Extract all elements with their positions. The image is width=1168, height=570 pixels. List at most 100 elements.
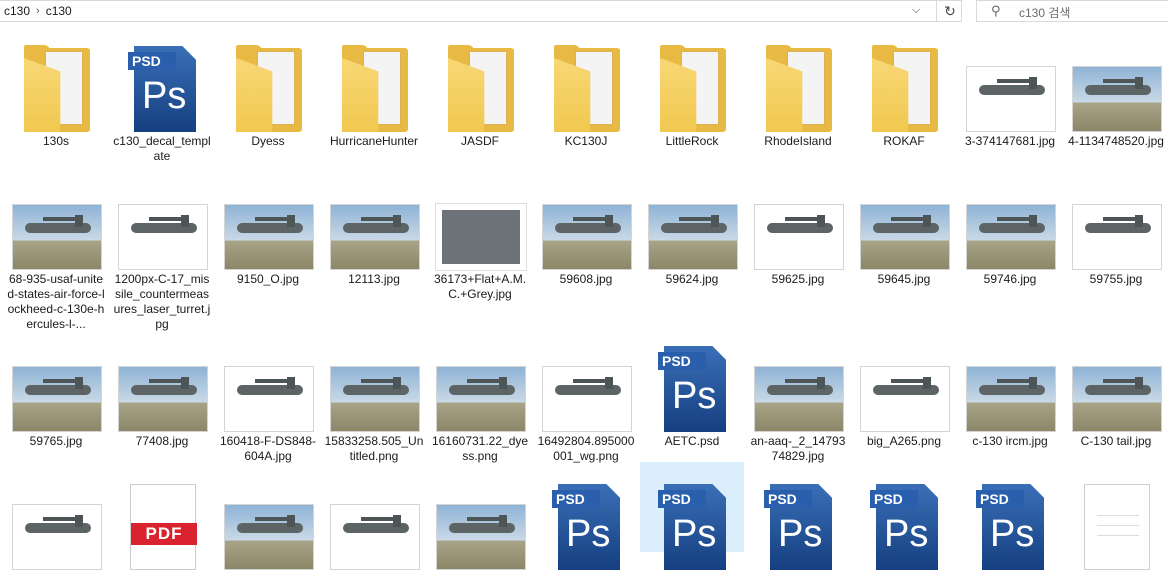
file-item[interactable]: 59765.jpg (4, 324, 108, 460)
file-thumbnail (754, 336, 844, 432)
file-item[interactable] (1064, 462, 1168, 570)
file-name: 16160731.22_dyess.png (431, 434, 529, 463)
file-thumbnail (330, 36, 420, 132)
file-thumbnail (648, 36, 738, 132)
file-item[interactable]: 9150_O.jpg (216, 162, 320, 298)
file-item[interactable]: ROKAF (852, 24, 956, 160)
search-input[interactable]: ⚲ c130 검색 (976, 0, 1168, 22)
refresh-icon[interactable]: ↻ (936, 0, 963, 22)
file-thumbnail: PSD Ps (542, 474, 632, 570)
chevron-down-icon[interactable]: ⌵ (912, 4, 920, 17)
folder-icon (660, 45, 726, 132)
file-item[interactable]: PSD Ps c130_decal_template (110, 24, 214, 163)
file-name: 130s (42, 134, 70, 148)
file-item[interactable]: PSD Ps AETC.psd (640, 324, 744, 460)
file-item[interactable]: PSD Ps (958, 462, 1062, 570)
file-thumbnail (860, 36, 950, 132)
file-thumbnail: PSD Ps (118, 36, 208, 132)
image-thumbnail (12, 204, 102, 270)
file-thumbnail (754, 174, 844, 270)
file-item[interactable]: 59624.jpg (640, 162, 744, 298)
file-name: 15833258.505_Untitled.png (324, 434, 424, 463)
file-thumbnail (436, 336, 526, 432)
file-item[interactable]: PSD Ps (534, 462, 638, 570)
address-bar[interactable]: c130 › c130 ⌵ ↻ (0, 0, 962, 22)
file-item[interactable]: 4-1134748520.jpg (1064, 24, 1168, 160)
file-thumbnail (12, 336, 102, 432)
file-name: c-130 ircm.jpg (972, 434, 1048, 448)
image-thumbnail (330, 204, 420, 270)
file-item[interactable]: LittleRock (640, 24, 744, 160)
file-item[interactable]: 68-935-usaf-united-states-air-force-lock… (4, 162, 108, 331)
image-thumbnail (12, 504, 102, 570)
file-item[interactable] (428, 462, 532, 570)
file-item[interactable]: 36173+Flat+A.M.C.+Grey.jpg (428, 162, 532, 301)
breadcrumb-item[interactable]: c130 (4, 4, 30, 18)
file-item[interactable]: big_A265.png (852, 324, 956, 460)
file-thumbnail (224, 36, 314, 132)
file-item[interactable]: 59625.jpg (746, 162, 850, 298)
folder-icon (448, 45, 514, 132)
file-name: RhodeIsland (764, 134, 832, 148)
file-item[interactable]: 77408.jpg (110, 324, 214, 460)
image-thumbnail (1072, 66, 1162, 132)
file-item[interactable]: 59608.jpg (534, 162, 638, 298)
file-item[interactable]: KC130J (534, 24, 638, 160)
file-item[interactable]: PSD Ps (640, 462, 744, 570)
file-item[interactable]: C-130 tail.jpg (1064, 324, 1168, 460)
file-item[interactable] (216, 462, 320, 570)
file-item[interactable]: 1200px-C-17_missile_countermeasures_lase… (110, 162, 214, 331)
file-thumbnail (12, 174, 102, 270)
file-item[interactable]: 3-374147681.jpg (958, 24, 1062, 160)
file-thumbnail (224, 474, 314, 570)
file-name: 12113.jpg (348, 272, 400, 286)
file-item[interactable]: 59746.jpg (958, 162, 1062, 298)
image-thumbnail (118, 366, 208, 432)
file-item[interactable]: Dyess (216, 24, 320, 160)
image-thumbnail (224, 366, 314, 432)
file-thumbnail (542, 174, 632, 270)
file-thumbnail (436, 36, 526, 132)
file-name: 16492804.895000001_wg.png (537, 434, 635, 463)
image-thumbnail (860, 204, 950, 270)
file-name: 59625.jpg (771, 272, 825, 286)
file-item[interactable]: 130s (4, 24, 108, 160)
file-thumbnail: PSD Ps (754, 474, 844, 570)
file-thumbnail (1072, 174, 1162, 270)
file-thumbnail (118, 336, 208, 432)
file-name: 68-935-usaf-united-states-air-force-lock… (7, 272, 105, 331)
file-item[interactable]: 160418-F-DS848-604A.jpg (216, 324, 320, 463)
psd-file-icon: PSD Ps (552, 484, 622, 570)
folder-icon (24, 45, 90, 132)
file-thumbnail (118, 174, 208, 270)
file-item[interactable]: 59645.jpg (852, 162, 956, 298)
file-item[interactable]: PDF (110, 462, 214, 570)
file-item[interactable]: 12113.jpg (322, 162, 426, 298)
file-item[interactable]: PSD Ps (746, 462, 850, 570)
file-item[interactable]: PSD Ps (852, 462, 956, 570)
image-thumbnail (118, 204, 208, 270)
file-item[interactable]: an-aaq-_2_1479374829.jpg (746, 324, 850, 463)
file-thumbnail (224, 174, 314, 270)
file-item[interactable]: HurricaneHunter (322, 24, 426, 160)
file-item[interactable] (322, 462, 426, 570)
toolbar: c130 › c130 ⌵ ↻ ⚲ c130 검색 (0, 0, 1168, 24)
search-icon: ⚲ (991, 3, 1001, 18)
file-item[interactable]: JASDF (428, 24, 532, 160)
file-name: Dyess (251, 134, 285, 148)
file-item[interactable]: RhodeIsland (746, 24, 850, 160)
image-thumbnail (754, 366, 844, 432)
search-placeholder: c130 검색 (1019, 6, 1071, 20)
file-item[interactable]: c-130 ircm.jpg (958, 324, 1062, 460)
breadcrumb-item[interactable]: c130 (46, 4, 72, 18)
file-thumbnail (860, 336, 950, 432)
file-thumbnail: PSD Ps (648, 336, 738, 432)
file-item[interactable]: 59755.jpg (1064, 162, 1168, 298)
file-item[interactable]: 16492804.895000001_wg.png (534, 324, 638, 463)
file-item[interactable]: 16160731.22_dyess.png (428, 324, 532, 463)
psd-file-icon: PSD Ps (128, 46, 198, 132)
file-thumbnail (966, 336, 1056, 432)
file-item[interactable]: 15833258.505_Untitled.png (322, 324, 426, 463)
file-item[interactable] (4, 462, 108, 570)
file-name: big_A265.png (866, 434, 942, 448)
